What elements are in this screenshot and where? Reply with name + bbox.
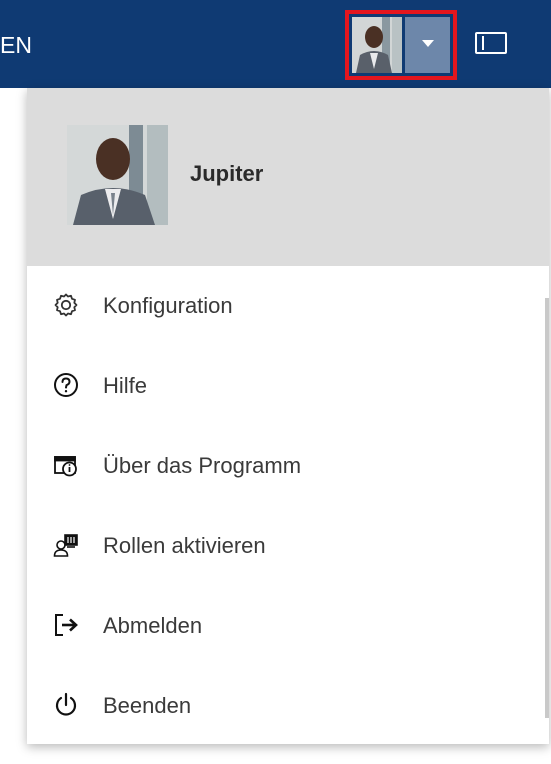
menu-item-rollen-aktivieren[interactable]: Rollen aktivieren <box>27 506 545 586</box>
sidebar-panel-icon[interactable] <box>475 32 507 54</box>
topbar-truncated-label: EN <box>0 32 32 58</box>
caret-down-icon <box>422 40 434 47</box>
menu-item-beenden[interactable]: Beenden <box>27 666 545 746</box>
user-dropdown-menu: Jupiter Konfiguration Hilfe Über das Pro… <box>27 88 549 744</box>
user-avatar-small <box>352 17 402 73</box>
activate-roles-icon <box>53 532 79 558</box>
menu-item-ueber-das-programm[interactable]: Über das Programm <box>27 426 545 506</box>
menu-scrollbar[interactable] <box>545 298 549 718</box>
user-name: Jupiter <box>190 161 264 186</box>
menu-item-konfiguration[interactable]: Konfiguration <box>27 266 545 346</box>
menu-item-label: Über das Programm <box>103 453 302 478</box>
menu-item-label: Konfiguration <box>103 293 233 318</box>
top-bar: EN <box>0 0 551 88</box>
menu-item-label: Beenden <box>103 693 192 718</box>
user-menu-button[interactable] <box>345 10 457 80</box>
user-profile-header: Jupiter <box>27 88 549 266</box>
about-info-icon <box>53 452 79 478</box>
power-icon <box>53 692 79 718</box>
menu-item-label: Hilfe <box>103 373 148 398</box>
menu-item-abmelden[interactable]: Abmelden <box>27 586 545 666</box>
user-menu-dropdown-toggle[interactable] <box>405 17 450 73</box>
logout-icon <box>53 612 79 638</box>
gear-icon <box>53 292 79 318</box>
menu-item-label: Rollen aktivieren <box>103 533 266 558</box>
help-circle-icon <box>53 372 79 398</box>
menu-item-hilfe[interactable]: Hilfe <box>27 346 545 426</box>
menu-item-label: Abmelden <box>103 613 203 638</box>
user-avatar-large <box>67 125 168 225</box>
